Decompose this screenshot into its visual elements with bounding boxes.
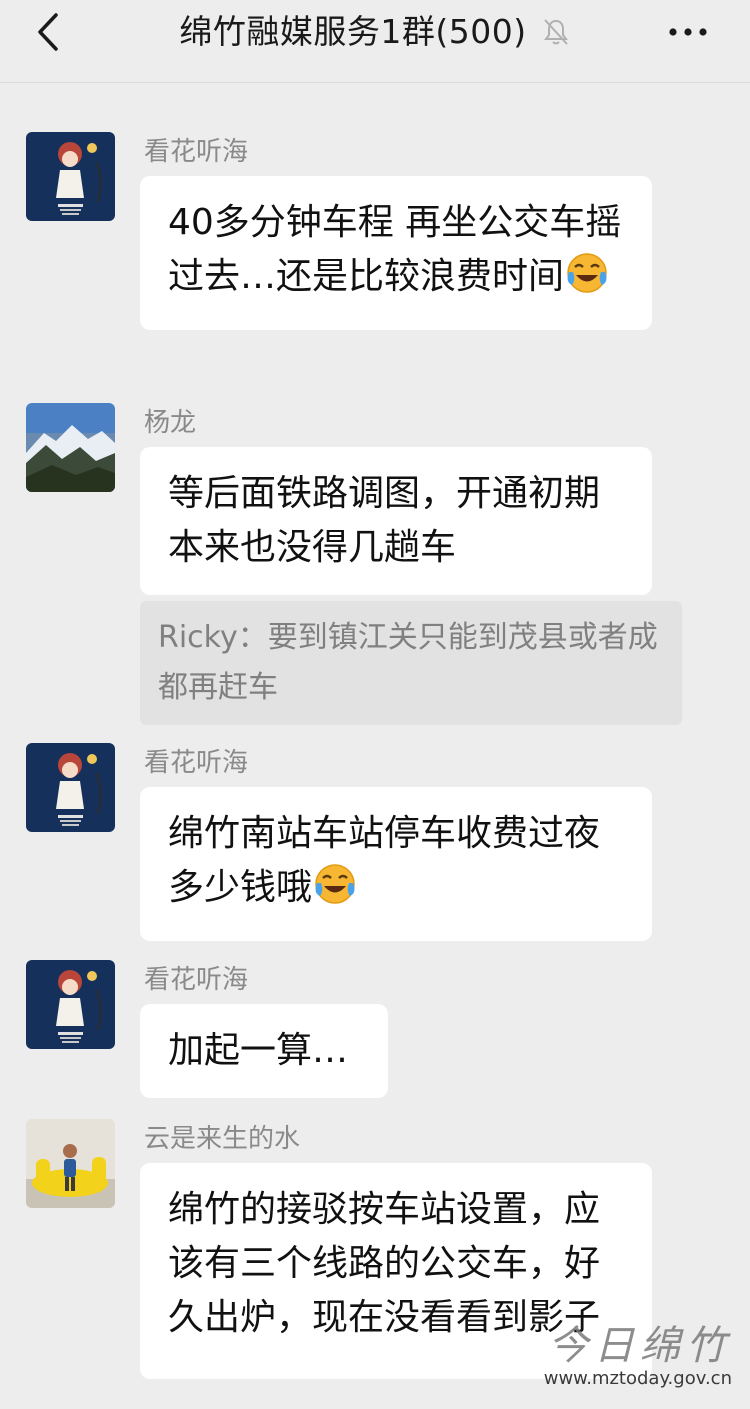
message-text: 40多分钟车程 再坐公交车摇过去…还是比较浪费时间 <box>168 202 622 297</box>
sender-name: 看花听海 <box>144 965 249 995</box>
avatar[interactable] <box>26 1119 115 1208</box>
avatar[interactable] <box>26 960 115 1049</box>
chat-title[interactable]: 绵竹融媒服务1群(500) <box>179 12 526 52</box>
watermark: 今日绵竹 www.mztoday.gov.cn <box>544 1324 732 1390</box>
child-yellow-toy-avatar <box>26 1119 115 1208</box>
message-list[interactable]: 看花听海 40多分钟车程 再坐公交车摇过去…还是比较浪费时间 杨龙 等后面铁路调… <box>0 82 750 1398</box>
more-options-button[interactable] <box>666 16 710 48</box>
avatar[interactable] <box>26 743 115 832</box>
message-text: 加起一算… <box>168 1030 349 1071</box>
message-item: 杨龙 等后面铁路调图，开通初期本来也没得几趟车 Ricky：要到镇江关只能到茂县… <box>0 403 750 725</box>
message-text: 绵竹的接驳按车站设置，应该有三个线路的公交车，好久出炉，现在没看看到影子 <box>168 1189 601 1338</box>
avatar[interactable] <box>26 403 115 492</box>
bell-off-icon <box>541 17 571 47</box>
quoted-message[interactable]: Ricky：要到镇江关只能到茂县或者成都再赶车 <box>140 601 682 725</box>
more-horizontal-icon <box>669 28 707 36</box>
message-bubble[interactable]: 40多分钟车程 再坐公交车摇过去…还是比较浪费时间 <box>140 176 652 330</box>
quoted-text: Ricky：要到镇江关只能到茂县或者成都再赶车 <box>158 620 658 705</box>
illustrated-girl-avatar <box>26 132 115 221</box>
message-text: 绵竹南站车站停车收费过夜多少钱哦 <box>168 813 601 908</box>
avatar[interactable] <box>26 132 115 221</box>
mountain-landscape-avatar <box>26 403 115 492</box>
crying-laughing-emoji-icon <box>314 863 356 921</box>
message-bubble[interactable]: 绵竹南站车站停车收费过夜多少钱哦 <box>140 787 652 941</box>
watermark-logo: 今日绵竹 <box>548 1323 732 1369</box>
message-bubble[interactable]: 等后面铁路调图，开通初期本来也没得几趟车 <box>140 447 652 595</box>
illustrated-girl-avatar <box>26 743 115 832</box>
crying-laughing-emoji-icon <box>566 252 608 310</box>
sender-name: 看花听海 <box>144 137 249 167</box>
chat-header: 绵竹融媒服务1群(500) <box>0 0 750 83</box>
sender-name: 看花听海 <box>144 748 249 778</box>
message-item: 看花听海 加起一算… <box>0 960 750 1110</box>
message-bubble[interactable]: 加起一算… <box>140 1004 388 1098</box>
sender-name: 云是来生的水 <box>144 1124 301 1154</box>
message-item: 看花听海 绵竹南站车站停车收费过夜多少钱哦 <box>0 743 750 943</box>
watermark-url: www.mztoday.gov.cn <box>543 1368 732 1389</box>
message-item: 看花听海 40多分钟车程 再坐公交车摇过去…还是比较浪费时间 <box>0 132 750 432</box>
illustrated-girl-avatar <box>26 960 115 1049</box>
sender-name: 杨龙 <box>144 408 197 438</box>
message-text: 等后面铁路调图，开通初期本来也没得几趟车 <box>168 473 601 568</box>
